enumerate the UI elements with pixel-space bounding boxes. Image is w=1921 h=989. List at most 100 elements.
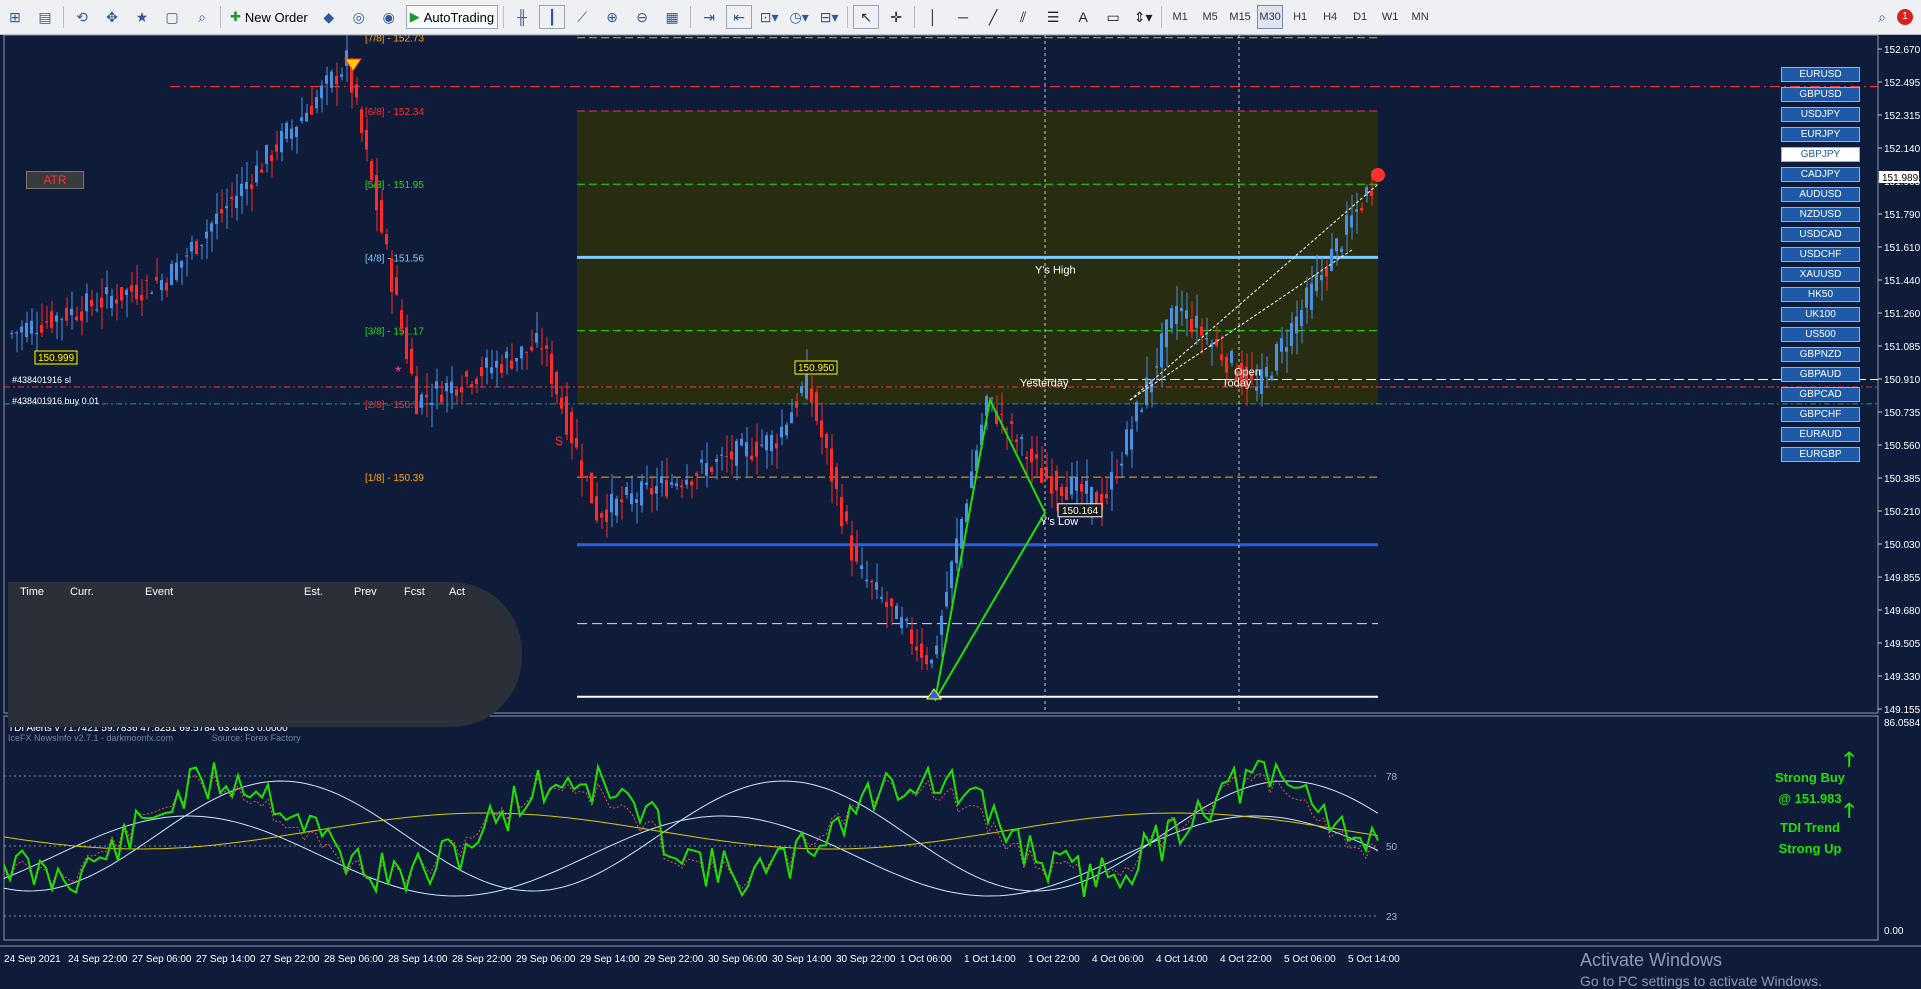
symbol-button-usdcad[interactable]: USDCAD (1781, 227, 1860, 242)
symbol-button-eurusd[interactable]: EURUSD (1781, 67, 1860, 82)
timeframe-h4[interactable]: H4 (1317, 5, 1343, 29)
murrey-level-label: [5/8] - 151.95 (365, 180, 424, 191)
timeframe-w1[interactable]: W1 (1377, 5, 1403, 29)
timeframe-m15[interactable]: M15 (1227, 5, 1253, 29)
symbol-button-usdchf[interactable]: USDCHF (1781, 247, 1860, 262)
toolbar-separator (63, 6, 64, 28)
strategy-tester-icon[interactable]: ⌕ (189, 5, 215, 29)
symbol-button-eurjpy[interactable]: EURJPY (1781, 127, 1860, 142)
time-axis-label: 27 Sep 22:00 (260, 954, 320, 965)
fibonacci-icon[interactable]: ☰ (1040, 5, 1066, 29)
candlestick-icon[interactable]: ┃ (539, 5, 566, 29)
symbol-button-hk50[interactable]: HK50 (1781, 287, 1860, 302)
price-axis-label: 151.260 (1884, 309, 1921, 320)
up-arrow-icon: 🡑 (1844, 800, 1855, 822)
news-column-header: Curr. (70, 586, 94, 598)
symbol-button-usdjpy[interactable]: USDJPY (1781, 107, 1860, 122)
news-footer-source: Source: Forex Factory (211, 733, 301, 743)
symbol-button-gbpnzd[interactable]: GBPNZD (1781, 347, 1860, 362)
indicator-frame (3, 715, 1879, 941)
trendline-icon[interactable]: ╱ (980, 5, 1006, 29)
time-axis-label: 28 Sep 06:00 (324, 954, 384, 965)
tdi-signal-price: @ 151.983 (1778, 791, 1842, 806)
terminal-icon[interactable]: ▢ (159, 5, 185, 29)
symbol-button-euraud[interactable]: EURAUD (1781, 427, 1860, 442)
tdi-axis-top: 86.0584 (1884, 718, 1921, 729)
chart-window[interactable]: 152.670152.495152.315152.140151.965151.7… (0, 32, 1921, 989)
time-axis-label: 27 Sep 06:00 (132, 954, 192, 965)
templates-icon[interactable]: ⊟▾ (816, 5, 842, 29)
crosshair-icon[interactable]: ✛ (883, 5, 909, 29)
indicators-icon[interactable]: ⊡▾ (756, 5, 782, 29)
bar-chart-icon[interactable]: ╫ (509, 5, 535, 29)
arrows-icon[interactable]: ⇕▾ (1130, 5, 1156, 29)
atr-button[interactable]: ATR (26, 171, 84, 189)
symbol-button-gbpjpy[interactable]: GBPJPY (1781, 147, 1860, 162)
timeframe-h1[interactable]: H1 (1287, 5, 1313, 29)
symbol-button-gbpaud[interactable]: GBPAUD (1781, 367, 1860, 382)
time-axis-label: 30 Sep 14:00 (772, 954, 832, 965)
profiles-icon[interactable]: ▤ (32, 5, 58, 29)
time-axis-label: 4 Oct 06:00 (1092, 954, 1144, 965)
symbol-button-cadjpy[interactable]: CADJPY (1781, 167, 1860, 182)
time-axis-label: 1 Oct 06:00 (900, 954, 952, 965)
symbol-button-gbpchf[interactable]: GBPCHF (1781, 407, 1860, 422)
price-axis-label: 150.030 (1884, 540, 1921, 551)
symbol-button-uk100[interactable]: UK100 (1781, 307, 1860, 322)
timeframe-m1[interactable]: M1 (1167, 5, 1193, 29)
market-watch-icon[interactable]: ⟲ (69, 5, 95, 29)
text-label-icon[interactable]: ▭ (1100, 5, 1126, 29)
chart-shift-icon[interactable]: ⇤ (726, 5, 753, 29)
price-chart[interactable]: 152.670152.495152.315152.140151.965151.7… (0, 32, 1921, 970)
new-chart-icon[interactable]: ⊞ (2, 5, 28, 29)
symbol-button-audusd[interactable]: AUDUSD (1781, 187, 1860, 202)
notification-icon[interactable]: 1 (1897, 9, 1913, 25)
symbol-button-gbpcad[interactable]: GBPCAD (1781, 387, 1860, 402)
line-chart-icon[interactable]: ⟋ (569, 5, 595, 29)
auto-scroll-icon[interactable]: ⇥ (696, 5, 722, 29)
tdi-axis-bottom: 0.00 (1884, 926, 1904, 937)
vertical-line-icon[interactable]: │ (920, 5, 946, 29)
timeframe-m30[interactable]: M30 (1257, 5, 1284, 29)
murrey-level-label: [7/8] - 152.73 (365, 35, 424, 45)
price-axis-label: 151.440 (1884, 276, 1921, 287)
zoom-out-icon[interactable]: ⊖ (629, 5, 655, 29)
navigator-icon[interactable]: ★ (129, 5, 155, 29)
price-axis-label: 149.505 (1884, 639, 1921, 650)
timeframe-d1[interactable]: D1 (1347, 5, 1373, 29)
symbol-button-us500[interactable]: US500 (1781, 327, 1860, 342)
news-column-header: Time (20, 586, 45, 598)
new-order-button[interactable]: ✚ New Order (226, 5, 312, 29)
price-axis-label: 150.735 (1884, 408, 1921, 419)
cursor-icon[interactable]: ↖ (853, 5, 880, 29)
equidistant-channel-icon[interactable]: ⫽ (1010, 5, 1036, 29)
periods-icon[interactable]: ◷▾ (786, 5, 812, 29)
watermark-title: Activate Windows (1580, 950, 1723, 970)
tile-windows-icon[interactable]: ▦ (659, 5, 685, 29)
horizontal-line-icon[interactable]: ─ (950, 5, 976, 29)
up-arrow-icon: 🡑 (1844, 749, 1855, 771)
today-label: Today (1222, 378, 1252, 390)
autotrading-button[interactable]: ▶ AutoTrading (405, 5, 499, 29)
timeframe-m5[interactable]: M5 (1197, 5, 1223, 29)
price-axis-label: 149.155 (1884, 705, 1921, 716)
tdi-signal-strong-buy: Strong Buy (1774, 770, 1846, 785)
symbol-button-nzdusd[interactable]: NZDUSD (1781, 207, 1860, 222)
signals-icon[interactable]: ◎ (346, 5, 372, 29)
metaeditor-icon[interactable]: ◆ (316, 5, 342, 29)
toolbar-separator (220, 6, 221, 28)
market-icon[interactable]: ◉ (376, 5, 402, 29)
symbol-button-eurgbp[interactable]: EURGBP (1781, 447, 1860, 462)
ys-high-label: Y's High (1035, 264, 1076, 276)
data-window-icon[interactable]: ✥ (99, 5, 125, 29)
symbol-button-xauusd[interactable]: XAUUSD (1781, 267, 1860, 282)
toolbar-separator (914, 6, 916, 28)
search-icon[interactable]: ⌕ (1869, 5, 1895, 29)
murrey-level-label: [3/8] - 151.17 (365, 327, 424, 338)
timeframe-mn[interactable]: MN (1407, 5, 1433, 29)
murrey-level-label: [1/8] - 150.39 (365, 473, 424, 484)
zoom-in-icon[interactable]: ⊕ (599, 5, 625, 29)
text-icon[interactable]: A (1070, 5, 1096, 29)
symbol-button-gbpusd[interactable]: GBPUSD (1781, 87, 1860, 102)
price-axis-label: 150.910 (1884, 375, 1921, 386)
